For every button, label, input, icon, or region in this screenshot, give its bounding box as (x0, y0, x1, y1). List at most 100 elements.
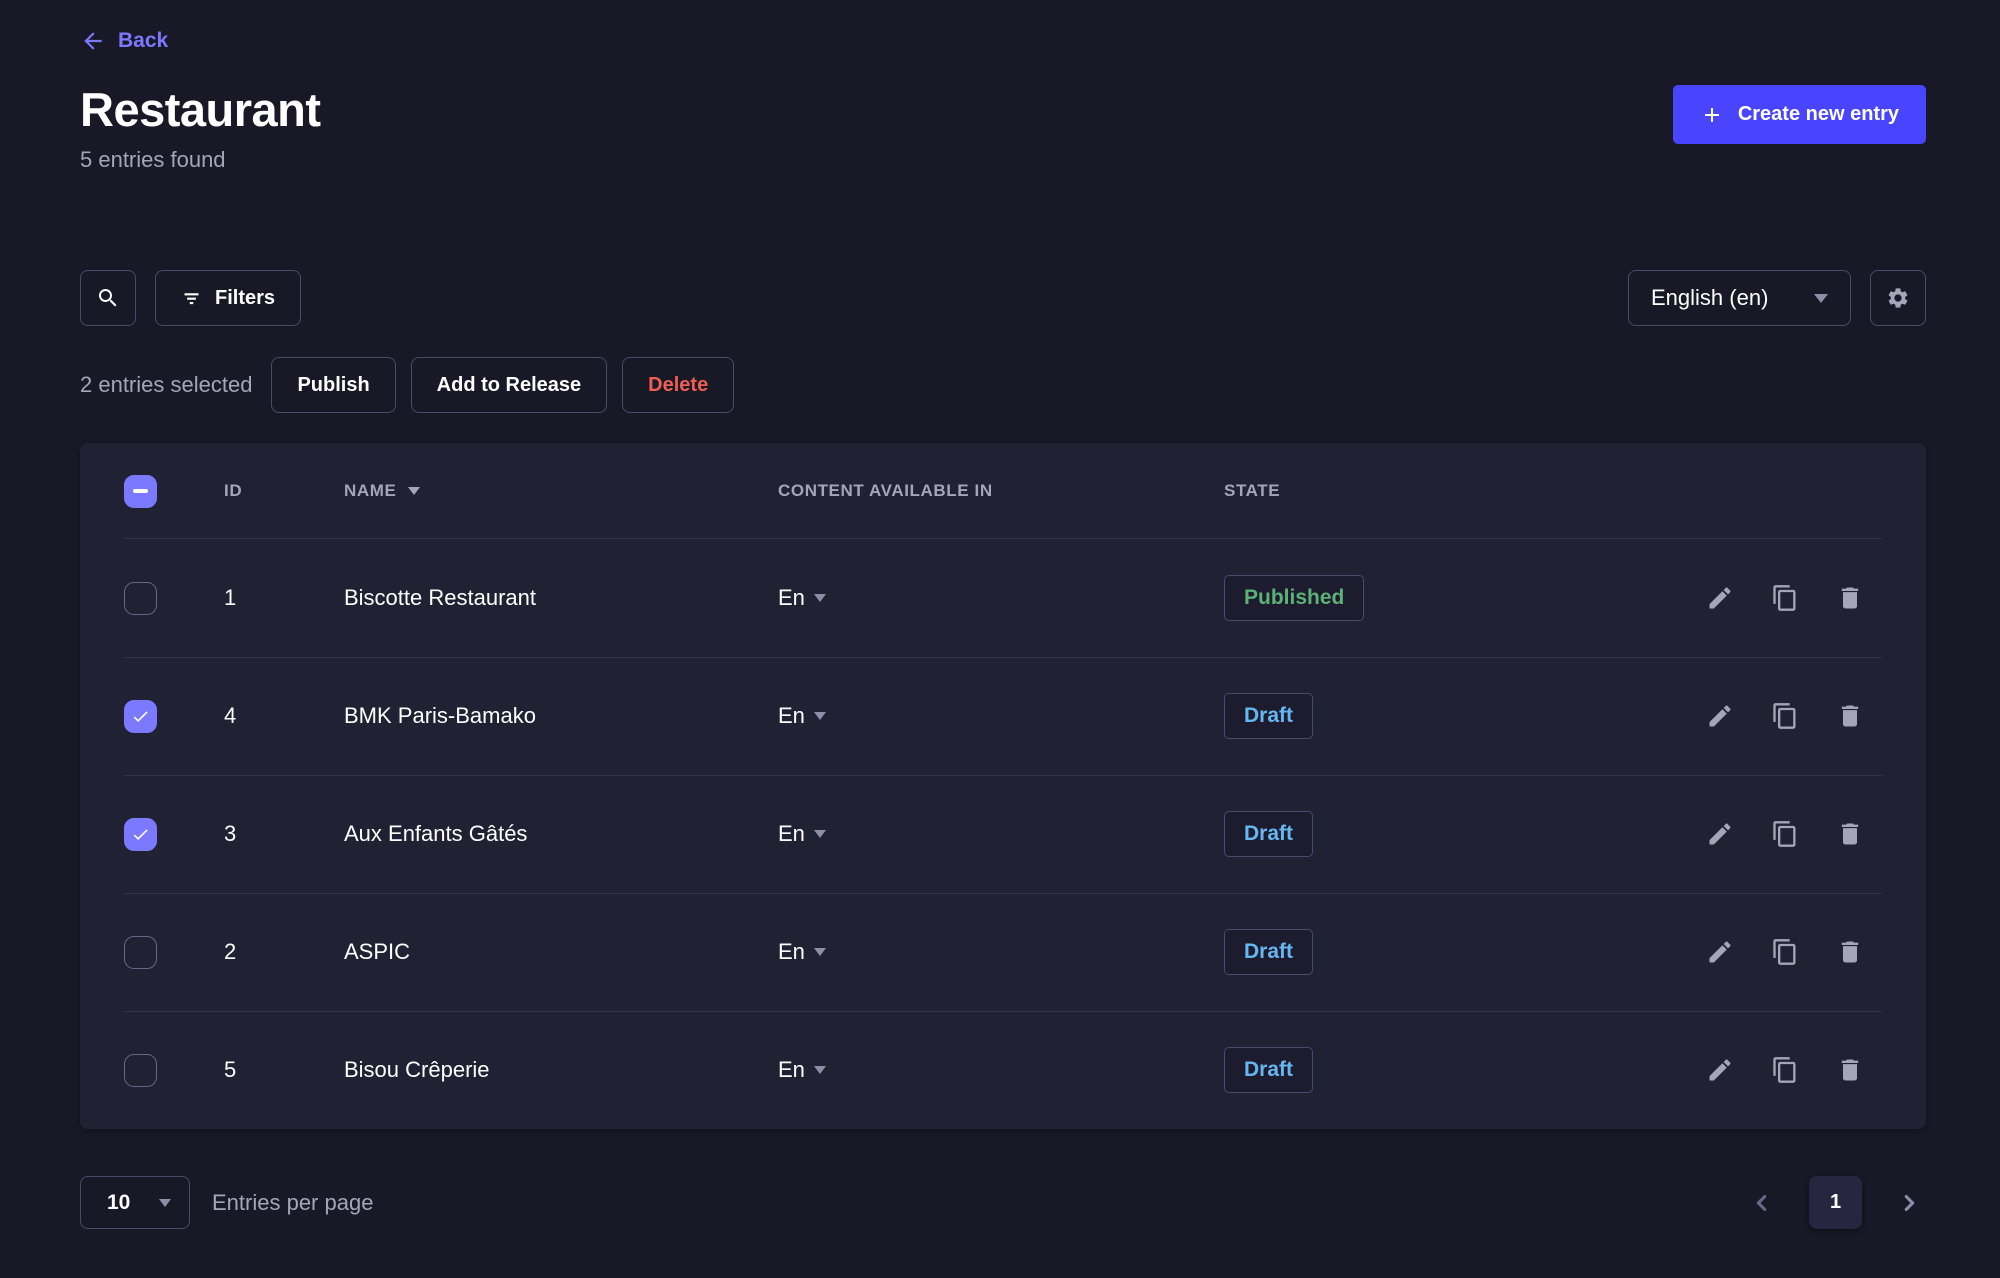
filter-icon (181, 288, 202, 309)
add-to-release-button[interactable]: Add to Release (411, 357, 607, 413)
chevron-down-icon (814, 1066, 826, 1074)
locale-select-value: English (en) (1651, 285, 1768, 311)
page-size-select[interactable]: 10 (80, 1176, 190, 1229)
table-row: 1 Biscotte Restaurant En Published (80, 539, 1926, 657)
arrow-left-icon (80, 28, 106, 54)
create-new-entry-label: Create new entry (1738, 103, 1899, 126)
edit-button[interactable] (1706, 938, 1734, 966)
delete-row-button[interactable] (1836, 938, 1864, 966)
status-badge: Draft (1224, 1047, 1313, 1093)
row-checkbox-cell (80, 818, 224, 851)
edit-button[interactable] (1706, 820, 1734, 848)
row-actions (1646, 938, 1926, 966)
next-page-button[interactable] (1892, 1186, 1926, 1220)
duplicate-button[interactable] (1771, 702, 1799, 730)
publish-button-label: Publish (297, 374, 369, 397)
column-header-name[interactable]: NAME (344, 481, 778, 501)
row-checkbox[interactable] (124, 936, 157, 969)
toolbar-left: Filters (80, 270, 301, 326)
row-checkbox[interactable] (124, 700, 157, 733)
trash-icon (1836, 1056, 1864, 1084)
row-name: BMK Paris-Bamako (344, 703, 778, 729)
status-badge: Published (1224, 575, 1364, 621)
column-header-id[interactable]: ID (224, 481, 344, 501)
delete-button[interactable]: Delete (622, 357, 734, 413)
delete-row-button[interactable] (1836, 584, 1864, 612)
row-checkbox-cell (80, 582, 224, 615)
header-checkbox-cell (80, 475, 224, 508)
column-header-content-available-in[interactable]: CONTENT AVAILABLE IN (778, 481, 1224, 501)
duplicate-button[interactable] (1771, 584, 1799, 612)
settings-button[interactable] (1870, 270, 1926, 326)
duplicate-icon (1771, 702, 1799, 730)
checkbox-check-icon (131, 707, 150, 726)
table-row: 4 BMK Paris-Bamako En Draft (80, 657, 1926, 775)
row-name: Aux Enfants Gâtés (344, 821, 778, 847)
toolbar-right: English (en) (1628, 270, 1926, 326)
chevron-down-icon (814, 830, 826, 838)
pencil-icon (1706, 702, 1734, 730)
checkbox-check-icon (131, 825, 150, 844)
select-all-checkbox[interactable] (124, 475, 157, 508)
plus-icon (1700, 103, 1724, 127)
row-name: Biscotte Restaurant (344, 585, 778, 611)
search-button[interactable] (80, 270, 136, 326)
back-link[interactable]: Back (80, 28, 168, 54)
chevron-left-icon (1751, 1192, 1773, 1214)
row-checkbox[interactable] (124, 1054, 157, 1087)
toolbar: Filters English (en) (80, 270, 1926, 326)
filters-button-label: Filters (215, 287, 275, 310)
publish-button[interactable]: Publish (271, 357, 395, 413)
delete-row-button[interactable] (1836, 702, 1864, 730)
row-checkbox-cell (80, 1054, 224, 1087)
pencil-icon (1706, 1056, 1734, 1084)
duplicate-button[interactable] (1771, 1056, 1799, 1084)
column-header-state[interactable]: STATE (1224, 481, 1646, 501)
row-checkbox-cell (80, 700, 224, 733)
page-nav-controls: 1 (1745, 1176, 1926, 1229)
edit-button[interactable] (1706, 584, 1734, 612)
trash-icon (1836, 820, 1864, 848)
row-actions (1646, 584, 1926, 612)
page-size-controls: 10 Entries per page (80, 1176, 373, 1229)
row-name: Bisou Crêperie (344, 1057, 778, 1083)
duplicate-button[interactable] (1771, 938, 1799, 966)
chevron-down-icon (159, 1199, 171, 1207)
row-locale-select[interactable]: En (778, 703, 826, 729)
duplicate-icon (1771, 820, 1799, 848)
selection-bar: 2 entries selected Publish Add to Releas… (80, 357, 1926, 413)
locale-select[interactable]: English (en) (1628, 270, 1851, 326)
row-id: 5 (224, 1057, 344, 1083)
filters-button[interactable]: Filters (155, 270, 301, 326)
status-badge: Draft (1224, 811, 1313, 857)
row-locale-select[interactable]: En (778, 1057, 826, 1083)
row-locale-select[interactable]: En (778, 821, 826, 847)
duplicate-icon (1771, 938, 1799, 966)
trash-icon (1836, 938, 1864, 966)
row-actions (1646, 702, 1926, 730)
selection-count-text: 2 entries selected (80, 372, 252, 398)
entries-per-page-label: Entries per page (212, 1190, 373, 1216)
page-header: Back Restaurant 5 entries found Create n… (80, 28, 1926, 175)
pencil-icon (1706, 820, 1734, 848)
delete-row-button[interactable] (1836, 1056, 1864, 1084)
row-checkbox[interactable] (124, 818, 157, 851)
search-icon (96, 286, 120, 310)
row-locale-select[interactable]: En (778, 939, 826, 965)
row-checkbox[interactable] (124, 582, 157, 615)
trash-icon (1836, 702, 1864, 730)
edit-button[interactable] (1706, 702, 1734, 730)
page-1-button[interactable]: 1 (1809, 1176, 1862, 1229)
content-manager-page: Back Restaurant 5 entries found Create n… (0, 0, 2000, 1229)
delete-row-button[interactable] (1836, 820, 1864, 848)
create-new-entry-button[interactable]: Create new entry (1673, 85, 1926, 144)
edit-button[interactable] (1706, 1056, 1734, 1084)
row-checkbox-cell (80, 936, 224, 969)
row-locale-select[interactable]: En (778, 585, 826, 611)
duplicate-button[interactable] (1771, 820, 1799, 848)
sort-arrow-icon (408, 487, 420, 495)
pencil-icon (1706, 584, 1734, 612)
table-row: 2 ASPIC En Draft (80, 893, 1926, 1011)
previous-page-button[interactable] (1745, 1186, 1779, 1220)
chevron-down-icon (814, 594, 826, 602)
